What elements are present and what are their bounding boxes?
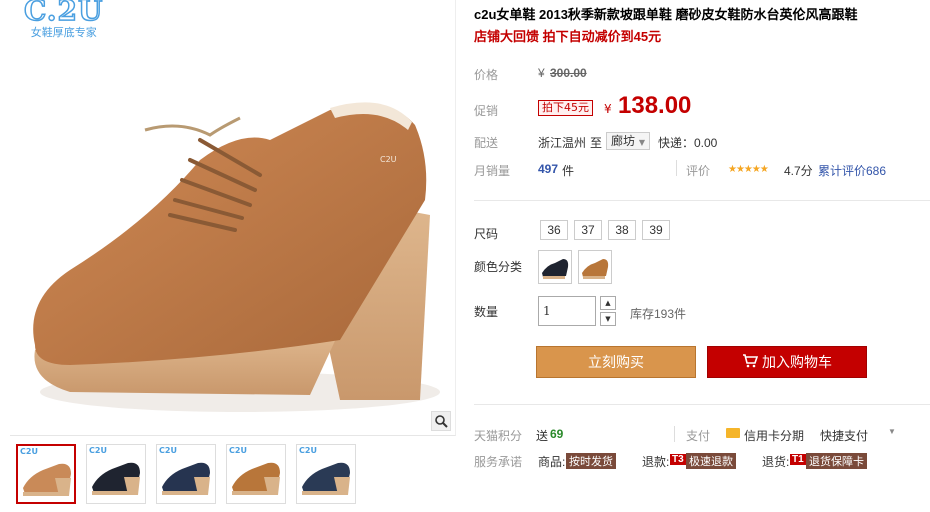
color-option-2[interactable] — [578, 250, 612, 284]
thumbnail-shoe-icon — [232, 462, 280, 495]
promo-banner: 店铺大回馈 拍下自动减价到45元 — [474, 29, 662, 44]
sales-unit: 件 — [562, 164, 575, 178]
current-currency-symbol: ¥ — [604, 102, 612, 116]
thumbnail-3[interactable]: C2U — [156, 444, 216, 504]
chevron-down-icon: ▼ — [638, 138, 645, 147]
size-option-36[interactable]: 36 — [540, 220, 568, 240]
credit-card-icon — [726, 428, 740, 438]
destination-value: 廊坊 — [611, 134, 636, 148]
quantity-input[interactable]: 1 — [538, 296, 596, 326]
quantity-decrease-button[interactable]: ▼ — [600, 312, 616, 326]
add-to-cart-label: 加入购物车 — [762, 354, 832, 370]
delivery-origin: 浙江温州 — [538, 136, 587, 150]
quick-pay[interactable]: 快捷支付 — [820, 427, 868, 444]
review-count-link[interactable]: 累计评价686 — [818, 162, 886, 179]
points-label: 天猫积分 — [474, 429, 523, 443]
express-fee: 快递：0.00 — [658, 136, 718, 150]
product-gallery: C.2U 女鞋厚底专家 C2U C2U C2U C2U C2U C2U — [10, 0, 456, 512]
destination-dropdown[interactable]: 廊坊 ▼ — [606, 132, 650, 150]
color-swatch-shoe-icon — [582, 259, 609, 279]
color-swatch-shoe-icon — [542, 259, 569, 279]
fast-refund-badge[interactable]: 极速退款 — [686, 453, 736, 469]
thumbnail-strip: C2U C2U C2U C2U C2U — [16, 444, 356, 504]
size-label: 尺码 — [474, 227, 499, 241]
sales-label: 月销量 — [474, 164, 511, 178]
buy-now-button[interactable]: 立刻购买 — [536, 346, 696, 378]
refund-label: 退款: — [642, 455, 670, 469]
star-icon: ★★★★★ — [728, 164, 769, 175]
thumbnail-shoe-icon — [92, 462, 140, 495]
stock-text: 库存193件 — [630, 307, 687, 321]
divider — [474, 404, 930, 405]
cart-icon — [742, 348, 759, 378]
return-number-badge: T1 — [790, 454, 806, 465]
thumbnail-5[interactable]: C2U — [296, 444, 356, 504]
price-label: 价格 — [474, 68, 499, 82]
color-option-1[interactable] — [538, 250, 572, 284]
delivery-label: 配送 — [474, 136, 499, 150]
credit-installment[interactable]: 信用卡分期 — [744, 427, 804, 444]
points-prefix: 送 — [536, 429, 549, 443]
return-guarantee-badge[interactable]: 退货保障卡 — [806, 453, 867, 469]
sales-count: 497 — [538, 162, 559, 176]
svg-text:C2U: C2U — [380, 155, 397, 164]
delivery-to-word: 至 — [590, 136, 603, 150]
quantity-label: 数量 — [474, 305, 499, 319]
size-option-39[interactable]: 39 — [642, 220, 670, 240]
divider — [474, 200, 930, 201]
thumbnail-4[interactable]: C2U — [226, 444, 286, 504]
size-option-37[interactable]: 37 — [574, 220, 602, 240]
thumbnail-shoe-icon — [302, 462, 350, 495]
currency-symbol: ¥ — [538, 66, 545, 80]
rating-score: 4.7分 — [784, 164, 813, 178]
goods-label: 商品: — [538, 455, 566, 469]
add-to-cart-button[interactable]: 加入购物车 — [707, 346, 867, 378]
product-title: c2u女单鞋 2013秋季新款坡跟单鞋 磨砂皮女鞋防水台英伦风高跟鞋 — [474, 7, 858, 22]
color-label: 颜色分类 — [474, 260, 523, 274]
divider — [674, 426, 675, 442]
original-price: 300.00 — [550, 66, 587, 80]
thumbnail-shoe-icon — [23, 463, 71, 496]
current-price: 138.00 — [618, 92, 692, 119]
rating-stars: ★★★★★ — [728, 161, 769, 175]
on-time-badge[interactable]: 按时发货 — [566, 453, 616, 469]
divider — [676, 160, 677, 176]
promo-price-label: 促销 — [474, 104, 499, 118]
payment-label: 支付 — [686, 429, 711, 443]
promo-price-tag: 拍下45元 — [538, 100, 593, 116]
thumbnail-shoe-icon — [162, 462, 210, 495]
chevron-down-icon[interactable]: ▼ — [888, 427, 896, 436]
review-label: 评价 — [686, 164, 711, 178]
zoom-icon[interactable] — [431, 411, 451, 431]
thumbnail-2[interactable]: C2U — [86, 444, 146, 504]
shoe-illustration: C2U — [33, 102, 440, 412]
thumbnail-1[interactable]: C2U — [16, 444, 76, 504]
quantity-increase-button[interactable]: ▲ — [600, 296, 616, 310]
service-label: 服务承诺 — [474, 455, 523, 469]
return-label: 退货: — [762, 455, 790, 469]
size-option-38[interactable]: 38 — [608, 220, 636, 240]
main-product-image[interactable]: C.2U 女鞋厚底专家 C2U — [10, 0, 456, 436]
refund-number-badge: T3 — [670, 454, 686, 465]
points-value: 69 — [550, 427, 564, 441]
